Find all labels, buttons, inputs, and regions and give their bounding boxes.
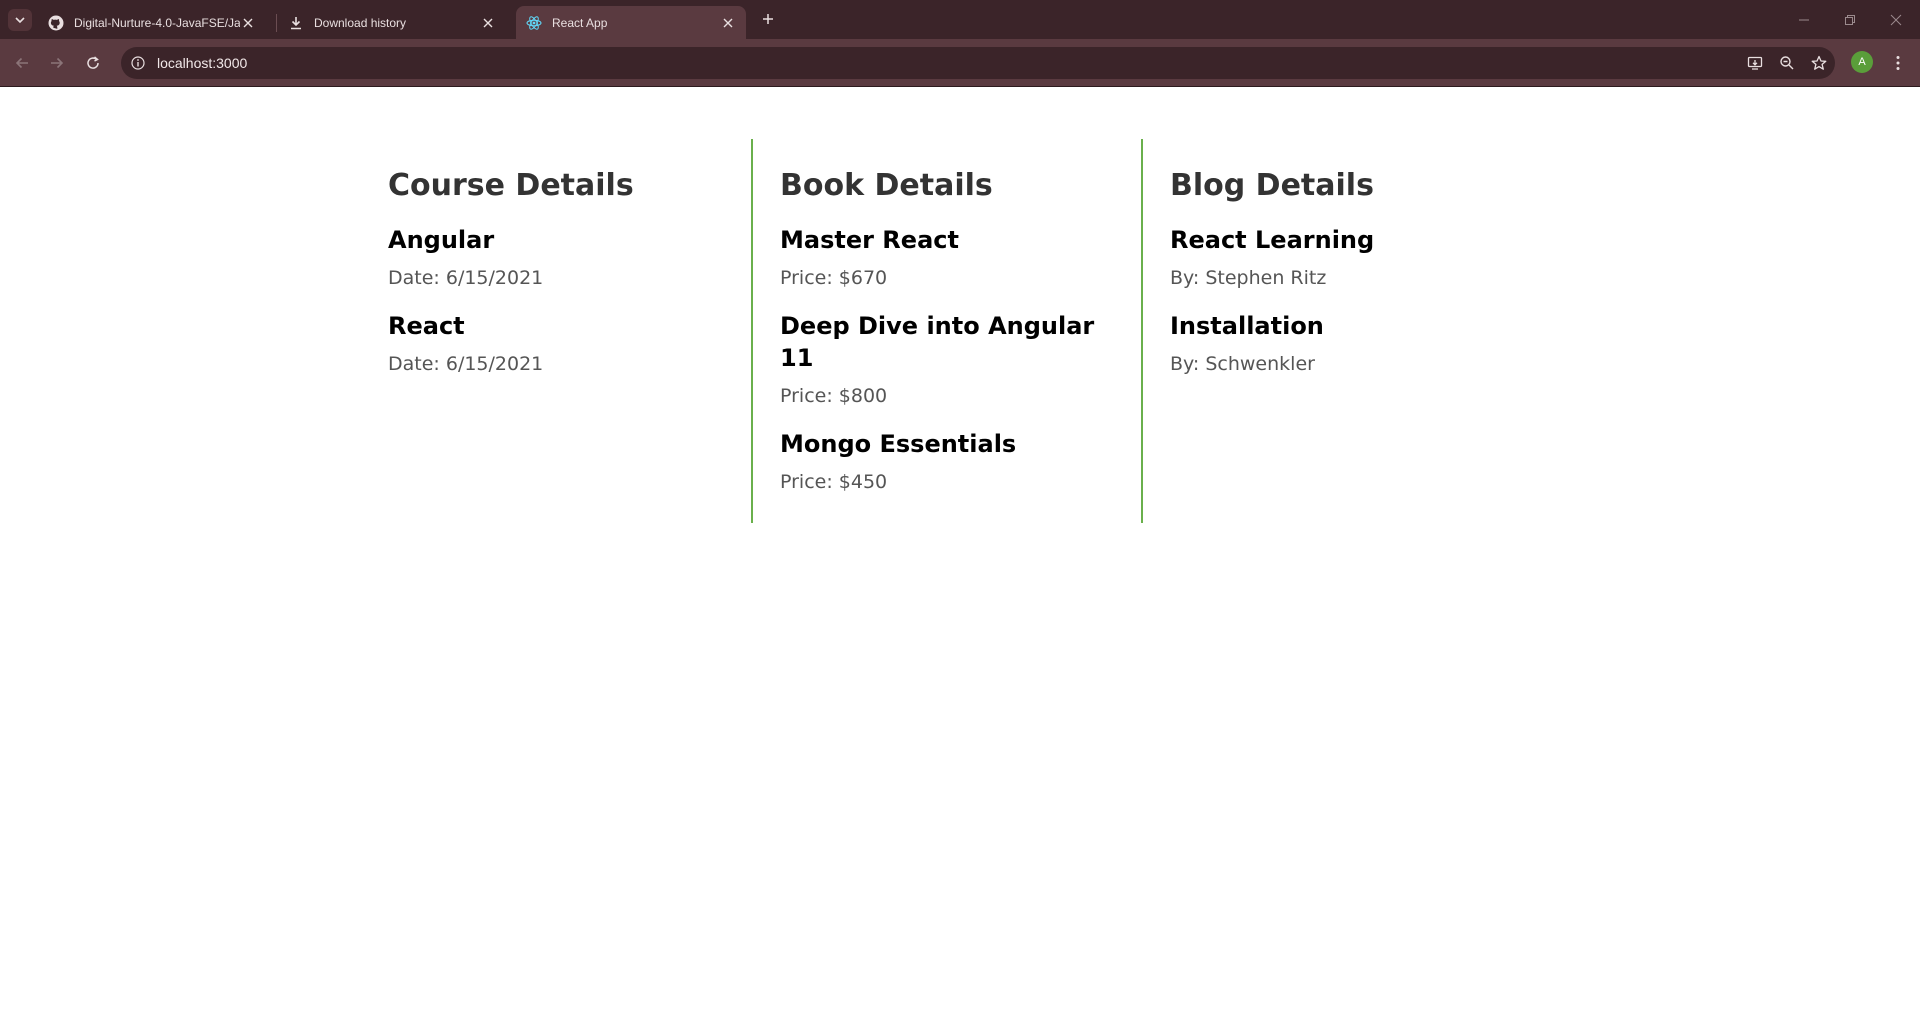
zoom-icon[interactable] <box>1771 47 1803 79</box>
blog-details-section: Blog Details React Learning By: Stephen … <box>1141 139 1531 523</box>
profile-avatar[interactable]: A <box>1851 51 1873 73</box>
section-heading: Book Details <box>780 168 993 203</box>
url-text[interactable]: localhost:3000 <box>157 55 247 71</box>
course-details-section: Course Details Angular Date: 6/15/2021 R… <box>361 139 751 523</box>
bookmark-star-icon[interactable] <box>1803 47 1835 79</box>
download-icon <box>288 15 304 31</box>
back-button[interactable] <box>10 51 34 75</box>
new-tab-button[interactable] <box>758 9 778 29</box>
arrow-right-icon <box>51 57 64 69</box>
github-icon <box>48 15 64 31</box>
blog-item: Installation By: Schwenkler <box>1170 310 1504 378</box>
browser-toolbar: localhost:3000 A <box>0 39 1920 87</box>
chevron-down-icon <box>15 17 25 24</box>
reload-button[interactable] <box>81 51 105 75</box>
blog-title: React Learning <box>1170 226 1375 254</box>
section-heading: Course Details <box>388 168 634 203</box>
minimize-icon <box>1799 19 1809 21</box>
tab-title: Download history <box>314 15 407 30</box>
book-name: Mongo Essentials <box>780 430 1017 458</box>
close-icon <box>1890 14 1902 26</box>
install-app-icon[interactable] <box>1739 47 1771 79</box>
page-viewport: Course Details Angular Date: 6/15/2021 R… <box>0 87 1920 1032</box>
course-item: Angular Date: 6/15/2021 <box>388 224 724 292</box>
tab-title: React App <box>552 15 608 30</box>
address-bar[interactable]: localhost:3000 <box>121 47 1835 79</box>
tab-download-history[interactable]: Download history <box>278 6 506 39</box>
course-name: React <box>388 312 465 340</box>
plus-icon <box>763 14 773 24</box>
close-icon[interactable] <box>480 15 496 31</box>
browser-menu-button[interactable] <box>1888 51 1908 75</box>
site-info-icon[interactable] <box>130 55 146 71</box>
book-item: Master React Price: $670 <box>780 224 1114 292</box>
kebab-menu-icon <box>1896 56 1900 70</box>
book-item: Deep Dive into Angular 11 Price: $800 <box>780 310 1114 410</box>
course-date: Date: 6/15/2021 <box>388 353 544 375</box>
close-icon[interactable] <box>240 15 256 31</box>
course-date: Date: 6/15/2021 <box>388 267 544 289</box>
minimize-button[interactable] <box>1794 10 1814 30</box>
tab-search-button[interactable] <box>8 9 32 31</box>
restore-icon <box>1845 15 1855 25</box>
book-price: Price: $670 <box>780 267 888 289</box>
course-name: Angular <box>388 226 495 254</box>
restore-button[interactable] <box>1840 10 1860 30</box>
tab-github[interactable]: Digital-Nurture-4.0-JavaFSE/Jav <box>38 6 266 39</box>
details-container: Course Details Angular Date: 6/15/2021 R… <box>361 139 1531 523</box>
tab-react-app[interactable]: React App <box>516 6 746 39</box>
section-heading: Blog Details <box>1170 168 1374 203</box>
close-window-button[interactable] <box>1886 10 1906 30</box>
tab-title: Digital-Nurture-4.0-JavaFSE/Jav <box>74 15 240 30</box>
profile-initial: A <box>1858 56 1866 68</box>
forward-button[interactable] <box>45 51 69 75</box>
close-icon[interactable] <box>720 15 736 31</box>
arrow-left-icon <box>15 57 28 69</box>
react-icon <box>526 15 542 31</box>
tab-separator <box>276 14 277 32</box>
blog-item: React Learning By: Stephen Ritz <box>1170 224 1504 292</box>
blog-author: By: Schwenkler <box>1170 353 1315 375</box>
book-name: Deep Dive into Angular 11 <box>780 312 1095 372</box>
address-bar-actions <box>1739 47 1835 79</box>
book-price: Price: $450 <box>780 471 888 493</box>
book-details-section: Book Details Master React Price: $670 De… <box>751 139 1141 523</box>
book-item: Mongo Essentials Price: $450 <box>780 428 1114 496</box>
blog-author: By: Stephen Ritz <box>1170 267 1327 289</box>
book-name: Master React <box>780 226 959 254</box>
browser-titlebar: Digital-Nurture-4.0-JavaFSE/Jav Download… <box>0 0 1920 39</box>
blog-title: Installation <box>1170 312 1324 340</box>
reload-icon <box>87 56 99 69</box>
course-item: React Date: 6/15/2021 <box>388 310 724 378</box>
book-price: Price: $800 <box>780 385 888 407</box>
